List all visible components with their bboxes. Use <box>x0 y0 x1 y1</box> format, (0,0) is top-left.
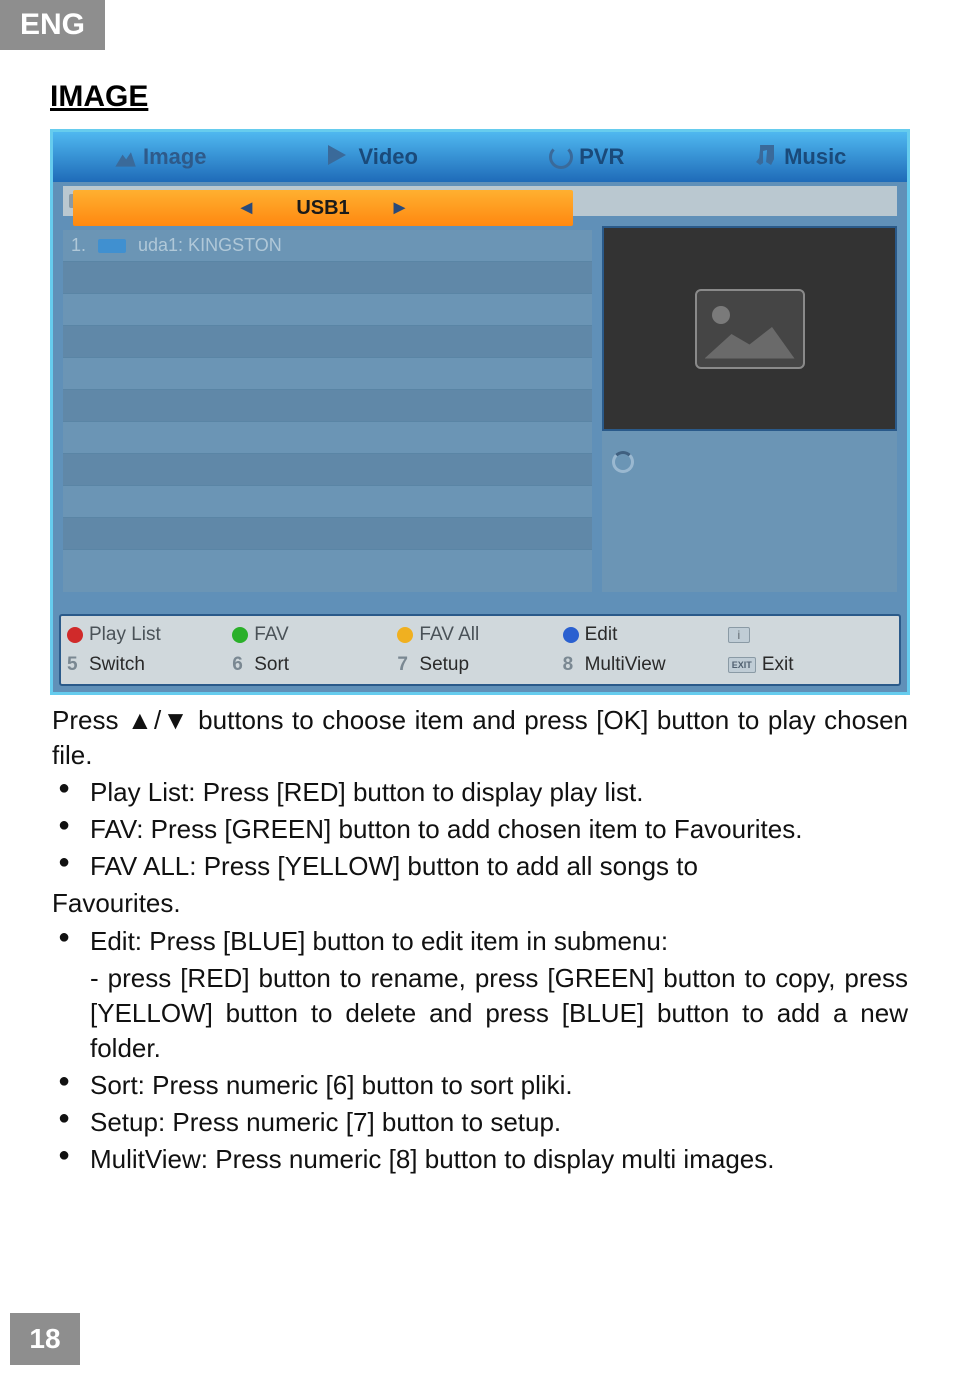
yellow-dot-icon <box>397 627 413 643</box>
bullet-playlist: Play List: Press [RED] button to display… <box>52 775 908 810</box>
legend-playlist: Play List <box>67 624 232 646</box>
list-item <box>63 454 592 486</box>
language-tab: ENG <box>0 0 105 50</box>
legend-switch: 5Switch <box>67 654 232 676</box>
tab-image[interactable]: Image <box>53 144 267 170</box>
info-icon: i <box>728 627 750 643</box>
info-pane <box>602 431 897 592</box>
list-item <box>63 390 592 422</box>
tab-pvr[interactable]: PVR <box>480 144 694 170</box>
placeholder-image-icon <box>695 289 805 369</box>
tab-label: Image <box>143 144 207 170</box>
bullet-favall: FAV ALL: Press [YELLOW] button to add al… <box>52 849 908 884</box>
video-icon <box>328 145 352 169</box>
intro-text: Press ▲/▼ buttons to choose item and pre… <box>52 703 908 773</box>
favall-cont: Favourites. <box>52 886 908 921</box>
list-item <box>63 326 592 358</box>
bullet-setup: Setup: Press numeric [7] button to setup… <box>52 1105 908 1140</box>
legend-fav: FAV <box>232 624 397 646</box>
legend-edit: Edit <box>563 624 728 646</box>
loading-spinner-icon <box>612 451 634 473</box>
image-icon <box>113 145 137 169</box>
list-item <box>63 262 592 294</box>
list-index: 1. <box>71 235 86 256</box>
arrow-right-icon[interactable]: ► <box>390 197 410 220</box>
list-item <box>63 358 592 390</box>
body-text: Press ▲/▼ buttons to choose item and pre… <box>52 703 908 1177</box>
green-dot-icon <box>232 627 248 643</box>
blue-dot-icon <box>563 627 579 643</box>
red-dot-icon <box>67 627 83 643</box>
list-item <box>63 486 592 518</box>
usb-selector[interactable]: ◄ USB1 ► <box>73 190 573 226</box>
arrow-left-icon[interactable]: ◄ <box>237 197 257 220</box>
usb-label: USB1 <box>296 197 349 220</box>
bullet-multiview: MulitView: Press numeric [8] button to d… <box>52 1142 908 1177</box>
tab-music[interactable]: Music <box>694 144 908 170</box>
legend-bar: Play List FAV FAV All Edit i 5Switch 6So… <box>59 614 901 686</box>
page-number: 18 <box>10 1313 80 1365</box>
tab-label: PVR <box>579 144 624 170</box>
usb-icon <box>98 239 126 253</box>
bullet-sort: Sort: Press numeric [6] button to sort p… <box>52 1068 908 1103</box>
list-item <box>63 294 592 326</box>
edit-sub: - press [RED] button to rename, press [G… <box>52 961 908 1066</box>
bullet-edit: Edit: Press [BLUE] button to edit item i… <box>52 924 908 959</box>
screenshot: Image Video PVR Music ◄ USB1 ► 1. uda1: … <box>50 129 910 695</box>
file-list: 1. uda1: KINGSTON <box>63 230 592 592</box>
legend-exit: EXITExit <box>728 654 893 676</box>
list-item[interactable]: 1. uda1: KINGSTON <box>63 230 592 262</box>
tab-label: Music <box>784 144 846 170</box>
music-icon <box>754 145 778 169</box>
legend-info: i <box>728 627 893 643</box>
tab-label: Video <box>358 144 418 170</box>
legend-multiview: 8MultiView <box>563 654 728 676</box>
tab-video[interactable]: Video <box>267 144 481 170</box>
list-label: uda1: KINGSTON <box>138 235 282 256</box>
exit-icon: EXIT <box>728 657 756 673</box>
legend-sort: 6Sort <box>232 654 397 676</box>
pvr-icon <box>549 145 573 169</box>
bullet-fav: FAV: Press [GREEN] button to add chosen … <box>52 812 908 847</box>
section-heading: IMAGE <box>50 80 960 114</box>
legend-setup: 7Setup <box>397 654 562 676</box>
list-item <box>63 422 592 454</box>
legend-favall: FAV All <box>397 624 562 646</box>
list-item <box>63 518 592 550</box>
preview-pane <box>602 226 897 431</box>
media-tabs: Image Video PVR Music <box>53 132 907 182</box>
